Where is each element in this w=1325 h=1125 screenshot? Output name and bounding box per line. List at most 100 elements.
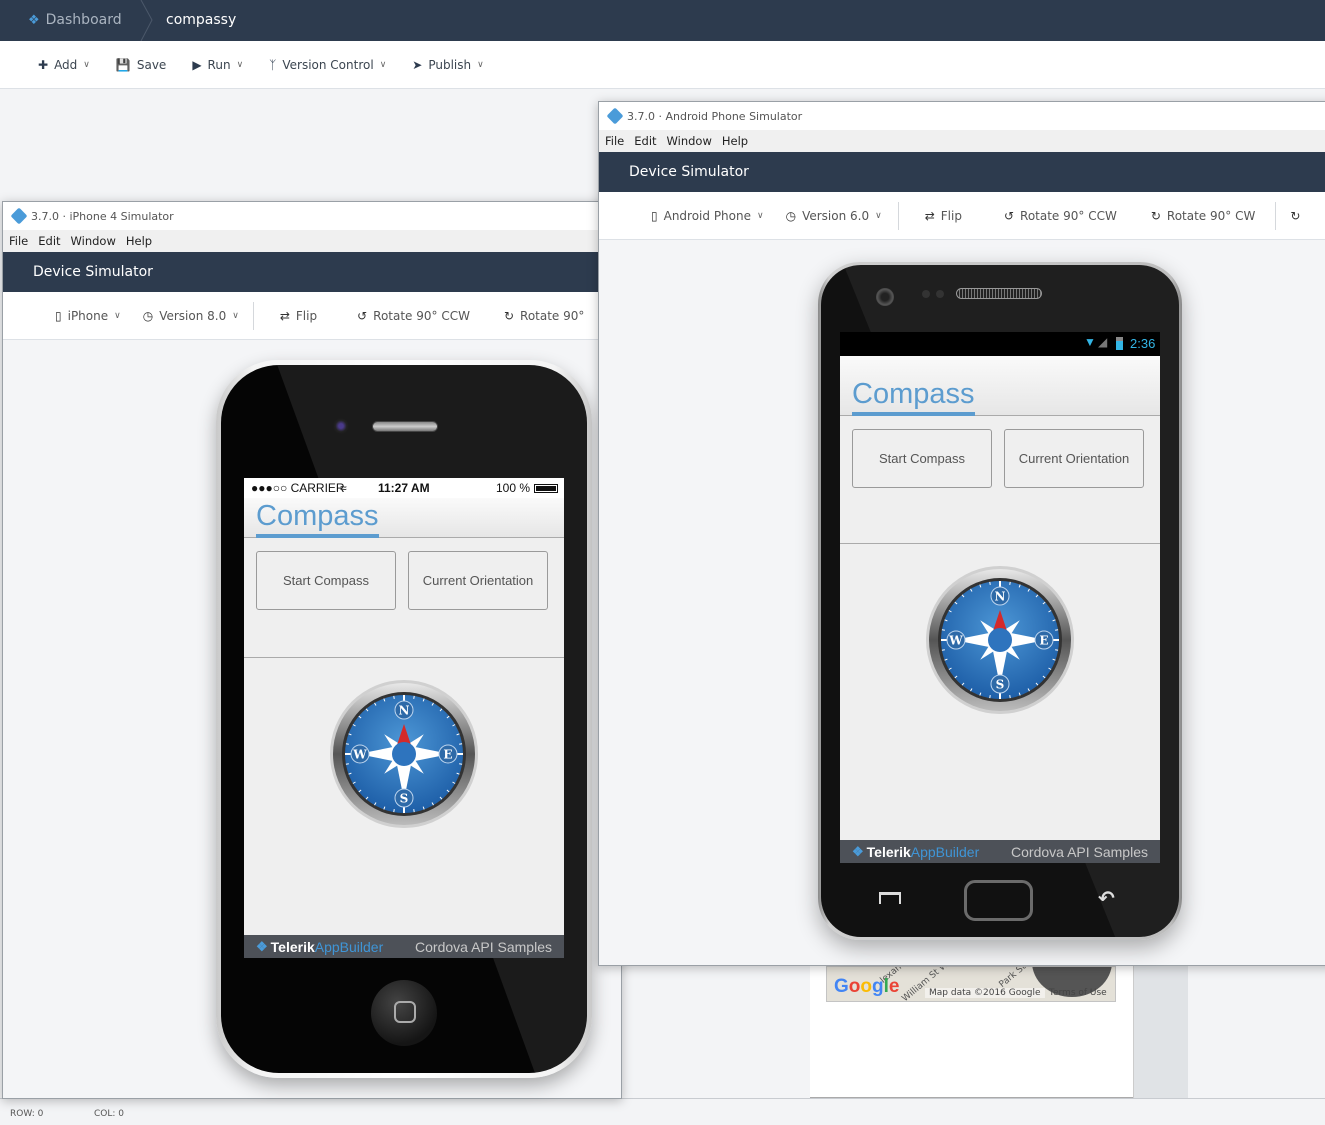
compass-letter-e: E [1039, 634, 1048, 648]
rotate-cw-icon: ↻ [1150, 208, 1161, 223]
chevron-down-icon: ∨ [114, 310, 121, 321]
map-view[interactable]: lexan William St W Park St Google Map da… [826, 966, 1116, 1002]
map-terms-link[interactable]: Terms of Use [1049, 988, 1107, 998]
run-button[interactable]: ▶ Run ∨ [192, 58, 243, 72]
footer-caption: Cordova API Samples [1011, 843, 1148, 860]
telerik-logo-icon: ❖ [28, 13, 40, 28]
flip-button[interactable]: ⇄ Flip [925, 209, 962, 223]
main-toolbar: ✚ Add ∨ 💾 Save ▶ Run ∨ ᛉ Version Control… [0, 41, 1325, 89]
compass-tick [1009, 695, 1011, 699]
compass-tick [413, 809, 415, 813]
breadcrumb-separator [140, 0, 153, 41]
section-divider [840, 543, 1160, 544]
clock-icon: ◷ [142, 308, 154, 323]
compass-tick [989, 695, 991, 699]
compass-letter-w: W [352, 748, 367, 762]
menu-help[interactable]: Help [126, 234, 152, 248]
signal-icon: ◢ [1098, 335, 1108, 349]
window-titlebar[interactable]: 3.7.0 · Android Phone Simulator [599, 102, 1325, 130]
compass-tick [1009, 581, 1011, 585]
proximity-sensor [922, 290, 930, 298]
home-button[interactable] [964, 880, 1033, 921]
menu-key-icon[interactable] [879, 892, 901, 904]
app-title: Compass [256, 498, 379, 538]
telerik-logo-icon: ❖ [852, 843, 864, 859]
compass-tick [941, 649, 945, 651]
battery-percent: 100 % [496, 481, 531, 495]
device-dropdown[interactable]: ▯ Android Phone ∨ [651, 209, 764, 223]
device-dropdown[interactable]: ▯ iPhone ∨ [55, 309, 121, 323]
refresh-button[interactable]: ↻ [1290, 209, 1300, 223]
android-screen: Compass Start Compass Current Orientatio… [840, 356, 1160, 863]
battery-icon [534, 484, 558, 493]
swap-arrows-icon: ⇄ [279, 308, 290, 323]
save-button[interactable]: 💾 Save [116, 58, 166, 72]
earpiece-speaker [372, 421, 438, 432]
add-button[interactable]: ✚ Add ∨ [38, 58, 90, 72]
window-title: 3.7.0 · Android Phone Simulator [627, 109, 803, 123]
app-title: Compass [852, 376, 975, 416]
compass-tick [393, 695, 395, 699]
rotate-cw-label: Rotate 90° CW [1166, 208, 1256, 223]
play-circle-icon: ▶ [192, 57, 202, 72]
version-dropdown[interactable]: ◷ Version 8.0 ∨ [143, 309, 239, 323]
start-compass-button[interactable]: Start Compass [852, 429, 992, 488]
footer-product: AppBuilder [910, 843, 980, 860]
compass-tick [989, 581, 991, 585]
menu-file[interactable]: File [605, 134, 624, 148]
rotate-cw-button[interactable]: ↻ Rotate 90° CW [1151, 209, 1256, 223]
menu-edit[interactable]: Edit [38, 234, 60, 248]
earpiece-speaker [956, 288, 1042, 299]
compass-tick [941, 629, 945, 631]
menu-edit[interactable]: Edit [634, 134, 656, 148]
breadcrumb-dashboard[interactable]: ❖ Dashboard [28, 0, 122, 41]
rotate-ccw-icon: ↺ [1003, 208, 1015, 223]
run-label: Run [207, 57, 231, 72]
footer-brand: Telerik [270, 938, 315, 955]
current-orientation-button[interactable]: Current Orientation [1004, 429, 1144, 488]
rotate-ccw-button[interactable]: ↺ Rotate 90° CCW [1004, 209, 1117, 223]
telerik-logo-icon: ❖ [256, 938, 268, 954]
version-control-label: Version Control [282, 57, 374, 72]
back-arrow-icon[interactable]: ↶ [1098, 886, 1115, 910]
rotate-ccw-icon: ↺ [357, 308, 368, 323]
compass-dial: N E S W [330, 680, 478, 828]
ios-status-bar: ●●●○○ CARRIER ≈ 11:27 AM 100 % [244, 478, 564, 498]
breadcrumb-dashboard-label: Dashboard [45, 12, 122, 28]
compass-letter-s: S [996, 678, 1005, 692]
front-camera [333, 418, 349, 434]
current-orientation-button[interactable]: Current Orientation [408, 551, 548, 610]
version-control-button[interactable]: ᛉ Version Control ∨ [269, 58, 386, 72]
wifi-icon: ≈ [340, 481, 347, 495]
rotate-ccw-button[interactable]: ↺ Rotate 90° CCW [357, 309, 470, 323]
chevron-down-icon: ∨ [83, 59, 90, 70]
breadcrumb-project[interactable]: compassy [166, 0, 236, 41]
map-street-label: Park St [997, 966, 1029, 990]
plus-icon: ✚ [38, 57, 49, 72]
simulator-header: Device Simulator [599, 152, 1325, 192]
rotate-cw-button[interactable]: ↻ Rotate 90° [504, 309, 584, 323]
rotate-cw-icon: ↻ [503, 308, 515, 323]
start-compass-button[interactable]: Start Compass [256, 551, 396, 610]
row-indicator: ROW: 0 [10, 1109, 44, 1119]
menu-window[interactable]: Window [71, 234, 116, 248]
window-titlebar[interactable]: 3.7.0 · iPhone 4 Simulator [3, 202, 621, 230]
publish-label: Publish [428, 57, 472, 72]
menu-help[interactable]: Help [722, 134, 748, 148]
toolbar-separator [252, 301, 254, 330]
footer-brand: Telerik [866, 843, 911, 860]
compass-tick [393, 809, 395, 813]
footer-caption: Cordova API Samples [415, 938, 552, 955]
version-dropdown[interactable]: ◷ Version 6.0 ∨ [786, 209, 882, 223]
android-status-bar: ▼ ◢ 2:36 [840, 332, 1160, 356]
compass-dial: N E S W [926, 566, 1074, 714]
menu-file[interactable]: File [9, 234, 28, 248]
app-header: Compass [244, 498, 564, 538]
flip-button[interactable]: ⇄ Flip [280, 309, 317, 323]
toolbar-separator [897, 201, 899, 230]
light-sensor [936, 290, 944, 298]
publish-button[interactable]: ➤ Publish ∨ [412, 58, 483, 72]
compass-letter-s: S [400, 792, 409, 806]
compass-tick [459, 763, 463, 765]
menu-window[interactable]: Window [667, 134, 712, 148]
